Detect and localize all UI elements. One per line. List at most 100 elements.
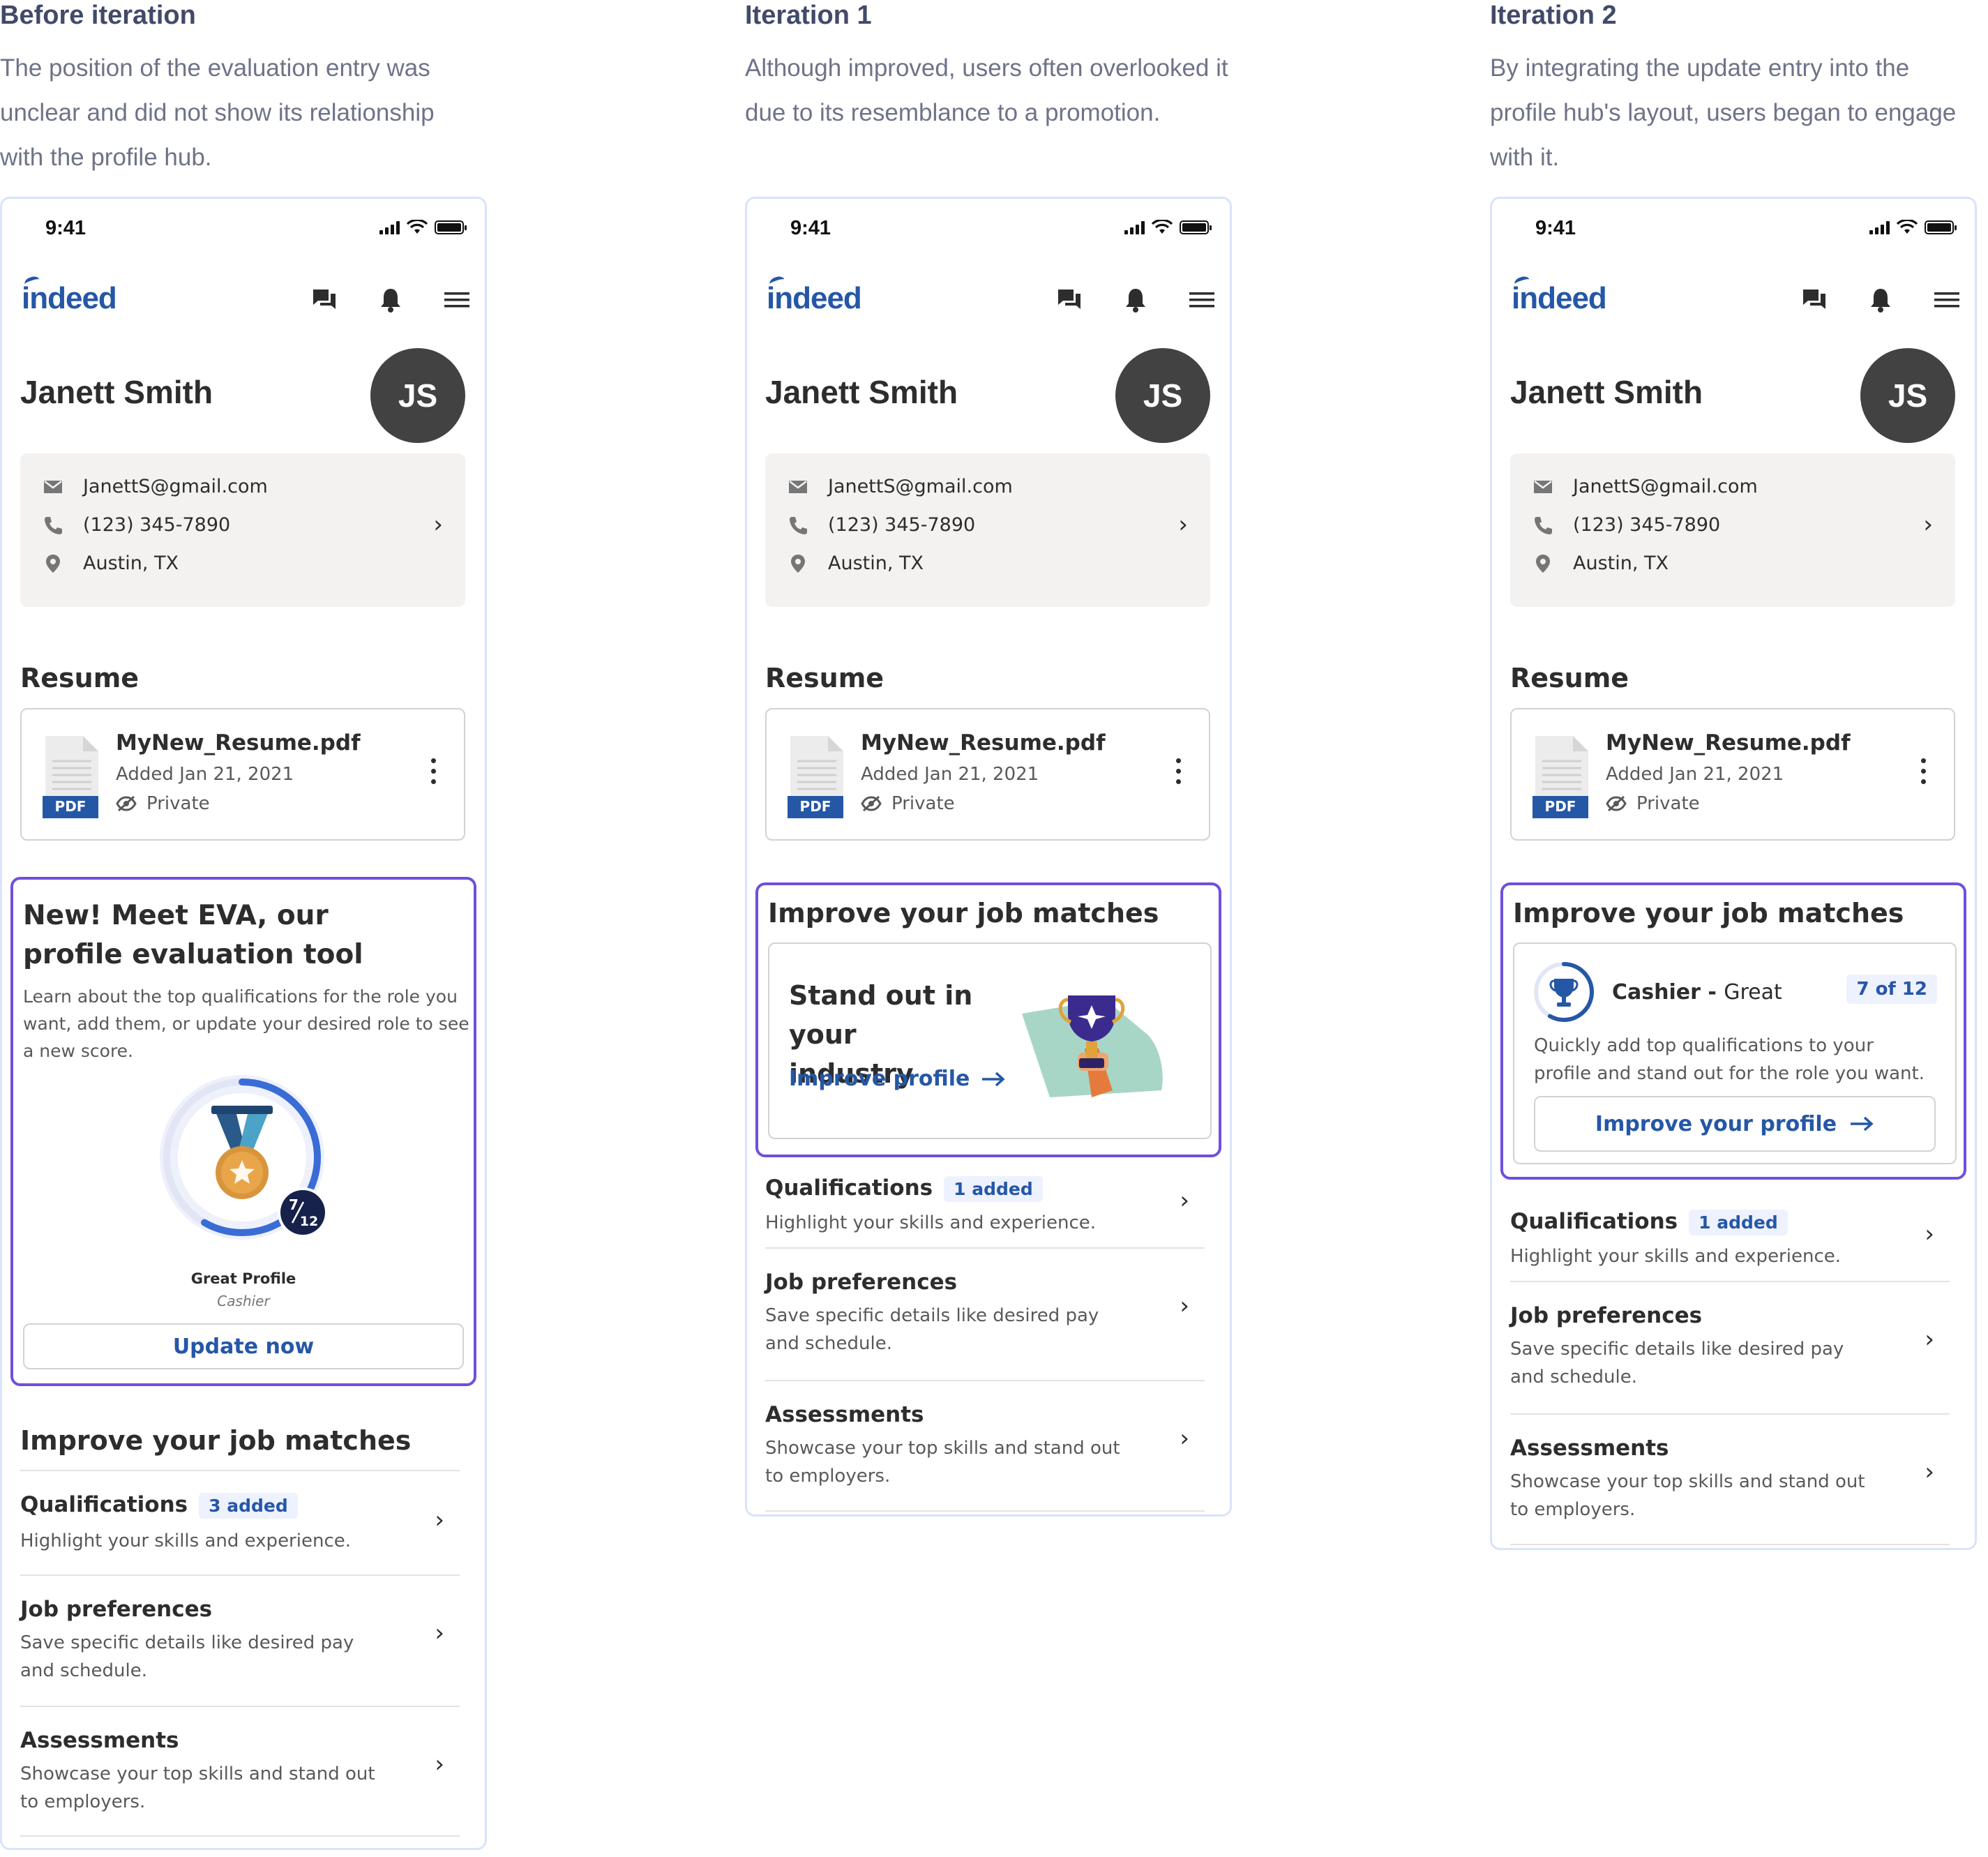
- score-label: Great Profile: [190, 1270, 296, 1287]
- more-options-icon[interactable]: [1176, 758, 1181, 784]
- mail-icon: [44, 480, 62, 493]
- more-options-icon[interactable]: [1921, 758, 1926, 784]
- list-item-job-preferences[interactable]: Job preferences Save specific details li…: [20, 1574, 460, 1706]
- contact-card[interactable]: JanettS@gmail.com (123) 345-7890 Austin,…: [20, 453, 465, 607]
- list-item-assessments[interactable]: Assessments Showcase your top skills and…: [20, 1706, 460, 1837]
- chevron-right-icon: ›: [1925, 1458, 1934, 1486]
- phone-icon: [1535, 516, 1552, 534]
- nav-bar: indeed: [1492, 262, 1975, 338]
- battery-icon: [435, 220, 467, 234]
- column-title: Before iteration: [0, 1, 196, 30]
- menu-icon[interactable]: [1189, 290, 1214, 310]
- divider: [765, 1510, 1205, 1512]
- avatar[interactable]: JS: [1115, 348, 1210, 443]
- indeed-logo[interactable]: indeed: [767, 274, 862, 316]
- preferences-title: Job preferences: [20, 1597, 213, 1622]
- divider: [1510, 1544, 1950, 1545]
- column-before: Before iteration The position of the eva…: [0, 0, 495, 1850]
- preferences-desc: Save specific details like desired pay a…: [20, 1632, 354, 1681]
- assessments-desc: Showcase your top skills and stand out t…: [1510, 1471, 1865, 1520]
- menu-icon[interactable]: [444, 290, 469, 310]
- bell-icon[interactable]: [1869, 287, 1892, 313]
- more-options-icon[interactable]: [431, 758, 436, 784]
- contact-phone: (123) 345-7890: [828, 514, 976, 536]
- contact-card[interactable]: JanettS@gmail.com (123) 345-7890 Austin,…: [1510, 453, 1955, 607]
- column-iteration-1: Iteration 1 Although improved, users oft…: [745, 0, 1240, 1517]
- messages-icon[interactable]: [1057, 288, 1082, 312]
- column-description: By integrating the update entry into the…: [1490, 54, 1957, 171]
- mail-icon: [789, 480, 807, 493]
- signal-icon: [379, 220, 400, 234]
- resume-card[interactable]: PDF MyNew_Resume.pdf Added Jan 21, 2021 …: [20, 708, 465, 841]
- resume-filename: MyNew_Resume.pdf: [1606, 730, 1851, 755]
- card-description: Quickly add top qualifications to your p…: [1534, 1035, 1925, 1084]
- menu-icon[interactable]: [1934, 290, 1959, 310]
- resume-heading: Resume: [20, 663, 140, 693]
- list-item-assessments[interactable]: Assessments Showcase your top skills and…: [765, 1380, 1205, 1512]
- location-pin-icon: [1536, 554, 1550, 573]
- svg-text:PDF: PDF: [55, 798, 86, 815]
- improve-matches-card: Improve your job matches Stand out in yo…: [755, 882, 1221, 1157]
- chevron-right-icon: ›: [433, 511, 443, 539]
- list-item-assessments[interactable]: Assessments Showcase your top skills and…: [1510, 1413, 1950, 1546]
- avatar[interactable]: JS: [370, 348, 465, 443]
- contact-card[interactable]: JanettS@gmail.com (123) 345-7890 Austin,…: [765, 453, 1210, 607]
- qualifications-title: Qualifications: [20, 1492, 188, 1517]
- update-now-label: Update now: [172, 1334, 315, 1359]
- column-description: Although improved, users often overlooke…: [745, 54, 1228, 126]
- mail-icon: [1534, 480, 1552, 493]
- arrow-right-icon: [1851, 1116, 1874, 1132]
- eye-off-icon: [116, 795, 137, 812]
- avatar[interactable]: JS: [1860, 348, 1955, 443]
- messages-icon[interactable]: [1802, 288, 1827, 312]
- bell-icon[interactable]: [379, 287, 402, 313]
- role-rating: Cashier - Great: [1612, 980, 1782, 1005]
- section-title: Improve your job matches: [768, 898, 1159, 928]
- preferences-desc: Save specific details like desired pay a…: [765, 1305, 1099, 1354]
- resume-card[interactable]: PDF MyNew_Resume.pdf Added Jan 21, 2021 …: [765, 708, 1210, 841]
- improve-your-profile-label: Improve your profile: [1595, 1111, 1837, 1136]
- improve-your-profile-button[interactable]: Improve your profile: [1534, 1096, 1936, 1152]
- chevron-right-icon: ›: [1925, 1325, 1934, 1353]
- promo-card[interactable]: Stand out in your industry Improve profi…: [768, 942, 1212, 1139]
- profile-name: Janett Smith: [1510, 374, 1703, 410]
- pdf-file-icon: PDF: [43, 736, 98, 818]
- preferences-desc: Save specific details like desired pay a…: [1510, 1339, 1844, 1388]
- svg-text:7: 7: [289, 1196, 299, 1213]
- battery-icon: [1180, 220, 1212, 234]
- qualifications-desc: Highlight your skills and experience.: [1510, 1246, 1842, 1267]
- contact-email: JanettS@gmail.com: [1573, 476, 1758, 497]
- resume-privacy: Private: [1636, 793, 1700, 814]
- phone-icon: [790, 516, 807, 534]
- indeed-logo[interactable]: indeed: [1512, 274, 1607, 316]
- column-header: Iteration 2 By integrating the update en…: [1490, 0, 1985, 195]
- eva-title: New! Meet EVA, our profile evaluation to…: [23, 900, 363, 970]
- chevron-right-icon: ›: [435, 1506, 444, 1534]
- chevron-right-icon: ›: [1180, 1424, 1189, 1452]
- section-title: Improve your job matches: [1513, 898, 1904, 928]
- divider: [20, 1835, 460, 1837]
- nav-bar: indeed: [747, 262, 1230, 338]
- bell-icon[interactable]: [1124, 287, 1147, 313]
- list-item-qualifications[interactable]: Qualifications 3 added Highlight your ski…: [20, 1470, 460, 1574]
- contact-location: Austin, TX: [83, 552, 179, 574]
- update-now-button[interactable]: Update now: [23, 1323, 464, 1369]
- list-item-job-preferences[interactable]: Job preferences Save specific details li…: [765, 1247, 1205, 1380]
- chevron-right-icon: ›: [435, 1619, 444, 1647]
- trophy-illustration: [1022, 995, 1163, 1097]
- resume-date: Added Jan 21, 2021: [861, 764, 1039, 785]
- qualifications-title: Qualifications: [1510, 1209, 1678, 1234]
- assessments-title: Assessments: [1510, 1436, 1669, 1461]
- nav-bar: indeed: [2, 262, 485, 338]
- indeed-logo[interactable]: indeed: [22, 274, 117, 316]
- assessments-title: Assessments: [765, 1402, 924, 1427]
- resume-card[interactable]: PDF MyNew_Resume.pdf Added Jan 21, 2021 …: [1510, 708, 1955, 841]
- profile-header: Janett Smith JS: [747, 338, 1230, 443]
- trophy-score-icon: [1534, 962, 1594, 1022]
- improve-profile-link[interactable]: Improve profile: [789, 1067, 1006, 1091]
- contact-phone: (123) 345-7890: [83, 514, 231, 536]
- location-pin-icon: [791, 554, 805, 573]
- phone-frame: 9:41 indeed Janett Smith JS JanettS@gmai…: [745, 197, 1232, 1517]
- messages-icon[interactable]: [312, 288, 337, 312]
- list-item-job-preferences[interactable]: Job preferences Save specific details li…: [1510, 1281, 1950, 1413]
